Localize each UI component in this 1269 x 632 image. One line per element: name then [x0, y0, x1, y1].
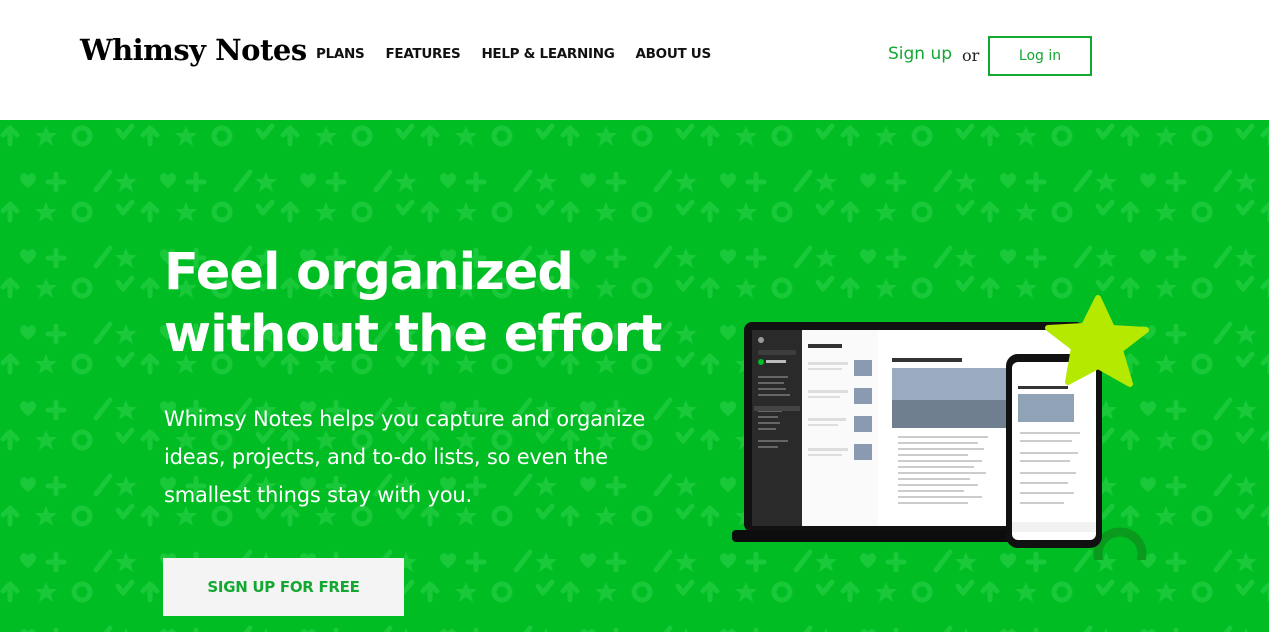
nav-features[interactable]: FEATURES: [385, 46, 460, 62]
or-separator: or: [962, 46, 980, 65]
hero-section: Feel organized without the effort Whimsy…: [0, 120, 1269, 632]
nav-help-learning[interactable]: HELP & LEARNING: [481, 46, 614, 62]
brand-logo[interactable]: Whimsy Notes: [80, 33, 307, 67]
hero-subtext: Whimsy Notes helps you capture and organ…: [164, 407, 646, 507]
signup-link[interactable]: Sign up: [888, 44, 952, 64]
new-note-icon: [758, 359, 764, 365]
headline-line-1: Feel organized: [164, 243, 574, 302]
nav-about-us[interactable]: ABOUT US: [636, 46, 712, 62]
headline-line-2: without the effort: [164, 305, 662, 364]
main-nav: PLANS FEATURES HELP & LEARNING ABOUT US: [316, 46, 732, 62]
login-button[interactable]: Log in: [988, 36, 1092, 76]
signup-free-button[interactable]: SIGN UP FOR FREE: [163, 558, 404, 616]
nav-plans[interactable]: PLANS: [316, 46, 365, 62]
ring-shape: [1093, 527, 1147, 560]
app-screenshot-illustration: [732, 295, 1149, 560]
site-header: Whimsy Notes PLANS FEATURES HELP & LEARN…: [0, 0, 1269, 120]
hero-headline: Feel organized without the effort: [164, 242, 724, 366]
